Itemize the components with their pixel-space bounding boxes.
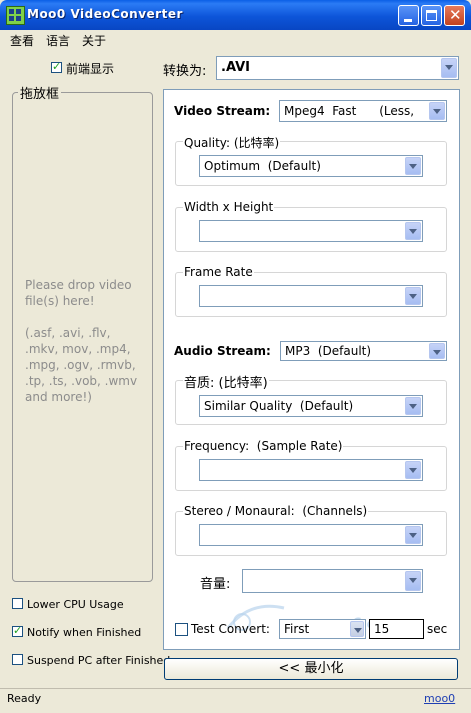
chevron-down-icon bbox=[429, 102, 445, 120]
audio-quality-value: Similar Quality (Default) bbox=[204, 399, 354, 413]
notify-when-finished-label: Notify when Finished bbox=[27, 626, 142, 639]
seconds-unit-label: sec bbox=[427, 622, 448, 636]
always-on-top-label: 前端显示 bbox=[66, 62, 115, 76]
chevron-down-icon bbox=[405, 157, 421, 175]
channels-label: Stereo / Monaural: (Channels) bbox=[183, 504, 369, 518]
chevron-down-icon bbox=[429, 343, 445, 359]
status-text: Ready bbox=[7, 692, 42, 705]
video-stream-label: Video Stream: bbox=[174, 104, 271, 118]
test-position-select[interactable]: First bbox=[279, 619, 366, 639]
chevron-down-icon bbox=[441, 58, 457, 78]
test-convert-checkbox[interactable] bbox=[175, 623, 188, 636]
chevron-down-icon bbox=[350, 621, 364, 637]
channels-select[interactable] bbox=[199, 524, 423, 546]
test-seconds-value: 15 bbox=[374, 622, 390, 636]
chevron-down-icon bbox=[405, 287, 421, 305]
audio-stream-select[interactable]: MP3 (Default) bbox=[280, 341, 447, 361]
chevron-down-icon bbox=[405, 461, 421, 479]
suspend-pc-label: Suspend PC after Finished bbox=[27, 654, 171, 667]
video-stream-select[interactable]: Mpeg4 Fast (Less, bbox=[279, 100, 447, 122]
frame-size-select[interactable] bbox=[199, 220, 423, 242]
test-seconds-input[interactable]: 15 bbox=[369, 619, 424, 639]
minimize-window-button[interactable] bbox=[398, 5, 419, 26]
menu-view[interactable]: 查看 bbox=[10, 32, 34, 49]
chevron-down-icon bbox=[405, 397, 421, 415]
convert-to-label: 转换为: bbox=[163, 64, 207, 79]
volume-label: 音量: bbox=[200, 577, 231, 592]
audio-stream-label: Audio Stream: bbox=[174, 344, 271, 358]
moo0-link[interactable]: moo0 bbox=[424, 692, 455, 705]
frequency-select[interactable] bbox=[199, 459, 423, 481]
drop-hint: Please drop video file(s) here! bbox=[25, 278, 132, 308]
menu-bar: 查看 语言 关于 bbox=[0, 30, 471, 50]
volume-select[interactable] bbox=[242, 569, 423, 593]
lower-cpu-checkbox[interactable] bbox=[12, 598, 23, 609]
video-quality-select[interactable]: Optimum (Default) bbox=[199, 155, 423, 177]
notify-when-finished-checkbox[interactable] bbox=[12, 624, 23, 637]
frame-rate-select[interactable] bbox=[199, 285, 423, 307]
app-logo-icon bbox=[6, 6, 25, 25]
menu-about[interactable]: 关于 bbox=[82, 32, 106, 49]
menu-language[interactable]: 语言 bbox=[46, 32, 70, 49]
audio-quality-label: 音质: (比特率) bbox=[183, 372, 269, 391]
chevron-down-icon bbox=[405, 222, 421, 240]
audio-stream-value: MP3 (Default) bbox=[285, 344, 372, 358]
video-quality-label: Quality: (比特率) bbox=[183, 134, 281, 151]
close-window-button[interactable]: ✕ bbox=[444, 5, 465, 26]
frame-size-label: Width x Height bbox=[183, 200, 275, 214]
maximize-window-button[interactable] bbox=[421, 5, 442, 26]
always-on-top-checkbox[interactable] bbox=[51, 60, 62, 73]
status-bar: Ready moo0 bbox=[0, 688, 471, 713]
chevron-down-icon bbox=[405, 526, 421, 544]
output-format-value: .AVI bbox=[221, 60, 251, 75]
audio-quality-select[interactable]: Similar Quality (Default) bbox=[199, 395, 423, 417]
drop-box-label: 拖放框 bbox=[18, 83, 62, 102]
test-position-value: First bbox=[284, 622, 310, 636]
frequency-label: Frequency: (Sample Rate) bbox=[183, 439, 344, 453]
chevron-down-icon bbox=[405, 571, 421, 591]
minimize-view-button[interactable]: << 最小化 bbox=[164, 658, 458, 680]
output-format-select[interactable]: .AVI bbox=[216, 56, 459, 80]
supported-formats: (.asf, .avi, .flv, .mkv, mov, .mp4, .mpg… bbox=[25, 326, 138, 404]
lower-cpu-label: Lower CPU Usage bbox=[27, 598, 124, 611]
suspend-pc-checkbox[interactable] bbox=[12, 654, 23, 665]
close-icon: ✕ bbox=[449, 6, 462, 24]
window-title: Moo0 VideoConverter bbox=[27, 7, 183, 21]
test-convert-label: Test Convert: bbox=[191, 622, 270, 636]
frame-rate-label: Frame Rate bbox=[183, 265, 254, 279]
video-quality-value: Optimum (Default) bbox=[204, 159, 321, 173]
title-bar[interactable]: Moo0 VideoConverter ✕ bbox=[0, 0, 471, 30]
video-stream-value: Mpeg4 Fast (Less, bbox=[284, 104, 415, 118]
